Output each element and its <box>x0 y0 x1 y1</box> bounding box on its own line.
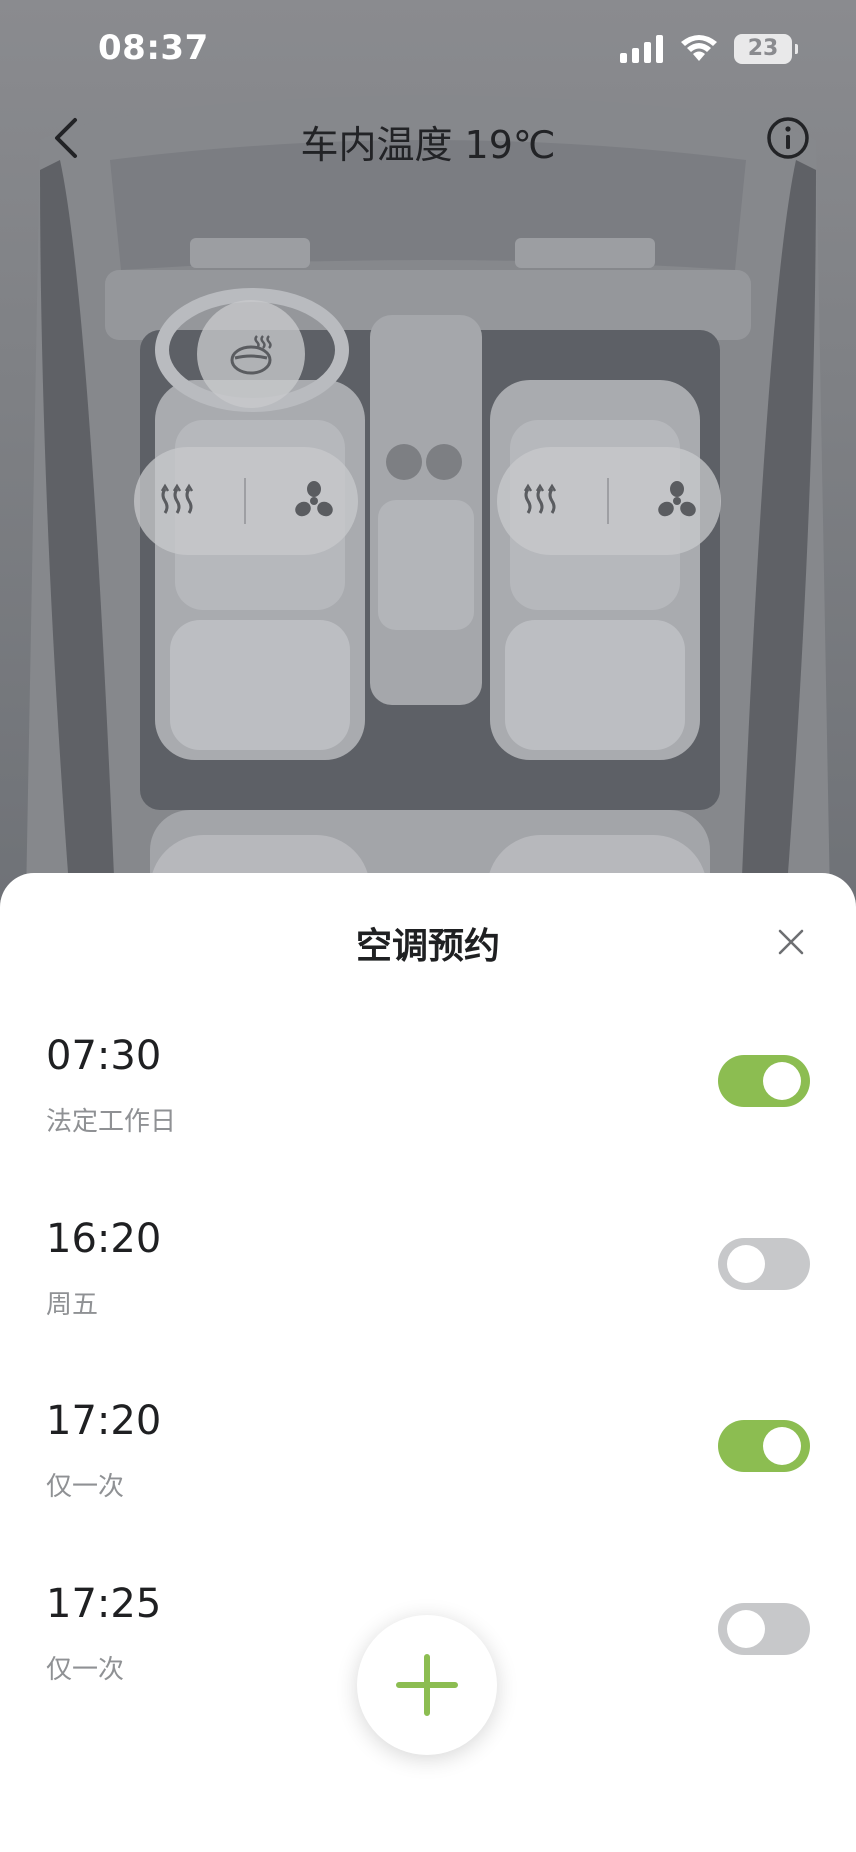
toggle-knob <box>727 1245 765 1283</box>
seat-fan-icon[interactable] <box>293 480 335 522</box>
info-icon[interactable] <box>766 116 810 160</box>
divider <box>243 478 246 524</box>
toggle-knob <box>763 1062 801 1100</box>
schedule-item[interactable]: 17:20 仅一次 <box>0 1398 856 1548</box>
toggle-knob <box>763 1427 801 1465</box>
nav-bar: 车内温度 19℃ <box>0 100 856 180</box>
status-bar: 08:37 23 <box>0 0 856 100</box>
car-interior-view: 08:37 23 车内温度 19℃ <box>0 0 856 900</box>
status-icons: 23 <box>620 34 798 64</box>
schedule-time: 17:25 <box>46 1581 162 1627</box>
wifi-icon <box>681 35 717 61</box>
seat-fan-icon[interactable] <box>656 480 698 522</box>
schedule-toggle[interactable] <box>718 1603 810 1655</box>
schedule-toggle[interactable] <box>718 1420 810 1472</box>
page-title: 车内温度 19℃ <box>300 123 556 167</box>
plus-icon <box>396 1654 458 1716</box>
toggle-knob <box>727 1610 765 1648</box>
schedule-time: 07:30 <box>46 1033 162 1079</box>
sheet-title: 空调预约 <box>355 926 500 967</box>
seat-heat-icon[interactable] <box>157 481 197 521</box>
battery-icon: 23 <box>734 34 798 64</box>
divider <box>606 478 609 524</box>
schedule-repeat: 法定工作日 <box>46 1107 177 1137</box>
screen: 08:37 23 车内温度 19℃ 空调预约 07:30 法定工作日 16:20… <box>0 0 856 1852</box>
schedule-toggle[interactable] <box>718 1238 810 1290</box>
status-time: 08:37 <box>98 28 209 68</box>
steering-wheel-heat-icon <box>230 335 272 375</box>
schedule-toggle[interactable] <box>718 1055 810 1107</box>
add-schedule-button[interactable] <box>357 1615 497 1755</box>
close-icon[interactable] <box>774 925 808 959</box>
schedule-repeat: 仅一次 <box>46 1655 125 1685</box>
steering-wheel-heat-button[interactable] <box>197 300 305 408</box>
schedule-time: 17:20 <box>46 1398 162 1444</box>
schedule-item[interactable]: 16:20 周五 <box>0 1216 856 1366</box>
passenger-seat-controls <box>497 447 721 555</box>
seat-heat-icon[interactable] <box>520 481 560 521</box>
schedule-repeat: 仅一次 <box>46 1472 125 1502</box>
driver-seat-controls <box>134 447 358 555</box>
schedule-time: 16:20 <box>46 1216 162 1262</box>
signal-icon <box>620 35 663 63</box>
schedule-item[interactable]: 07:30 法定工作日 <box>0 1033 856 1183</box>
schedule-repeat: 周五 <box>46 1290 99 1320</box>
